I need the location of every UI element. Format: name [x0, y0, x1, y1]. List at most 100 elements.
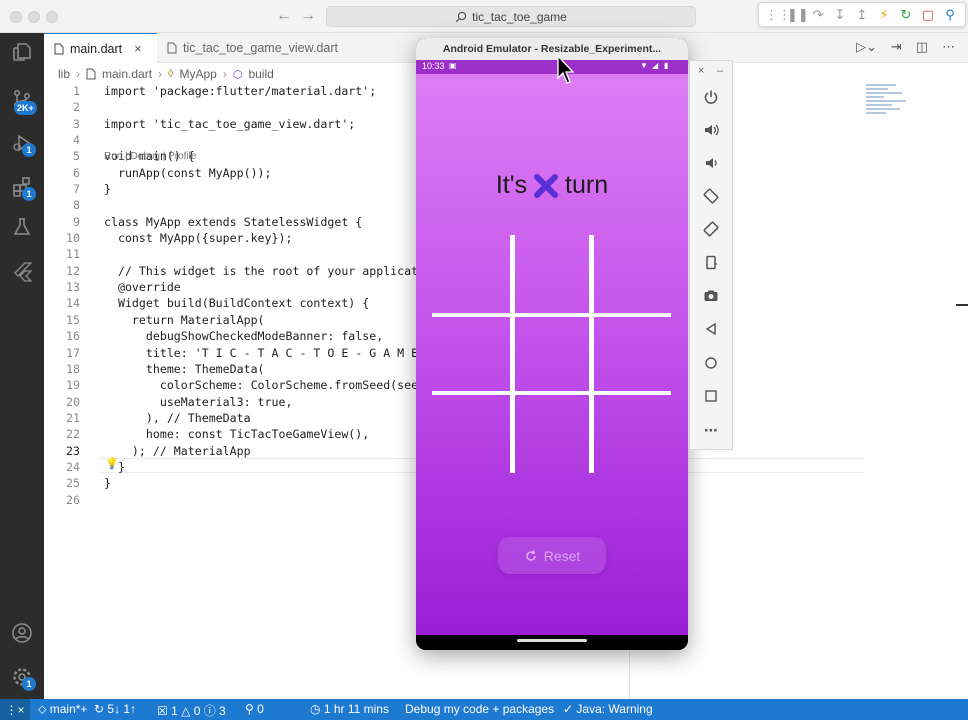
code-line[interactable]: 22 home: const TicTacToeGameView(),: [44, 426, 416, 442]
home-circle-icon[interactable]: [700, 352, 722, 374]
code-line[interactable]: 16 debugShowCheckedModeBanner: false,: [44, 328, 416, 344]
board-cell[interactable]: [515, 317, 592, 394]
code-line[interactable]: 15 return MaterialApp(: [44, 312, 416, 328]
settings-gear-icon[interactable]: 1: [8, 663, 36, 691]
code-line[interactable]: 24 }: [44, 459, 416, 475]
code-line[interactable]: 5 void main() {: [44, 148, 416, 164]
debug-mode-status[interactable]: Debug my code + packages: [405, 702, 554, 716]
back-triangle-icon[interactable]: [700, 318, 722, 340]
code-line[interactable]: 6 runApp(const MyApp());: [44, 165, 416, 181]
explorer-icon[interactable]: [8, 38, 36, 66]
minimize-emulator-icon[interactable]: –: [717, 65, 723, 77]
overview-square-icon[interactable]: [700, 385, 722, 407]
lightbulb-icon[interactable]: 💡: [105, 457, 119, 470]
code-line[interactable]: 25}: [44, 475, 416, 491]
stop-icon[interactable]: ▢: [919, 7, 937, 23]
screenshot-camera-icon[interactable]: [700, 285, 722, 307]
board-cell[interactable]: [432, 395, 509, 472]
editor-actions: ▷⌄ ⇥ ◫ ⋯: [856, 39, 955, 55]
problems-indicator[interactable]: ☒ 1 △ 0 ⓘ 3: [157, 702, 226, 719]
code-line[interactable]: 17 title: 'T I C - T A C - T O E - G A M…: [44, 345, 432, 361]
breadcrumb-file[interactable]: main.dart: [102, 67, 152, 81]
remote-indicator-icon[interactable]: ⋮×: [0, 699, 30, 720]
volume-up-icon[interactable]: [700, 119, 722, 141]
code-line[interactable]: 19 colorScheme: ColorScheme.fromSeed(see…: [44, 377, 439, 393]
code-line[interactable]: 11: [44, 246, 416, 262]
reset-button[interactable]: Reset: [498, 537, 606, 574]
board-cell[interactable]: [432, 317, 509, 394]
time-tracker[interactable]: ◷ 1 hr 11 mins: [310, 702, 389, 716]
board-cell[interactable]: [594, 235, 671, 312]
code-line[interactable]: 26: [44, 492, 416, 508]
git-sync[interactable]: ↻ 5↓ 1↑: [94, 702, 136, 716]
volume-down-icon[interactable]: [700, 152, 722, 174]
code-editor[interactable]: 1 import 'package:flutter/material.dart';…: [44, 83, 439, 508]
minimap[interactable]: [866, 82, 926, 122]
board-cell[interactable]: [515, 395, 592, 472]
board-cell[interactable]: [515, 235, 592, 312]
git-branch[interactable]: ⬦ main*+: [38, 702, 87, 717]
step-over-icon[interactable]: ↷: [809, 7, 827, 23]
drag-handle-icon[interactable]: ⋮⋮: [765, 7, 791, 23]
tab-tic-tac-toe-game-view[interactable]: tic_tac_toe_game_view.dart: [157, 33, 367, 63]
rotate-right-icon[interactable]: [700, 218, 722, 240]
code-text: return MaterialApp(: [104, 312, 265, 327]
split-editor-icon[interactable]: ◫: [916, 39, 928, 55]
home-pill[interactable]: [517, 639, 587, 642]
code-line[interactable]: 7}: [44, 181, 416, 197]
code-line[interactable]: 2: [44, 99, 416, 115]
back-arrow-icon[interactable]: ←: [276, 7, 292, 25]
board-cell[interactable]: [432, 235, 509, 312]
account-icon[interactable]: [8, 619, 36, 647]
close-window-button[interactable]: [10, 11, 22, 23]
power-icon[interactable]: [700, 86, 722, 108]
code-line[interactable]: 13 @override: [44, 279, 416, 295]
code-line[interactable]: 14 Widget build(BuildContext context) {: [44, 295, 416, 311]
code-text: runApp(const MyApp());: [104, 165, 272, 180]
hot-reload-icon[interactable]: ⚡: [875, 7, 893, 23]
code-line[interactable]: 9 class MyApp extends StatelessWidget {: [44, 214, 416, 230]
board-cell[interactable]: [594, 317, 671, 394]
code-line[interactable]: 12 // This widget is the root of your ap…: [44, 263, 439, 279]
extensions-icon[interactable]: 1: [8, 173, 36, 201]
breadcrumb-class[interactable]: MyApp: [179, 67, 216, 81]
flutter-icon[interactable]: [8, 257, 36, 285]
code-line[interactable]: 4: [44, 132, 416, 148]
ports-indicator[interactable]: ⚲ 0: [245, 702, 264, 716]
breadcrumb-method[interactable]: build: [248, 67, 273, 81]
code-line[interactable]: 21 ), // ThemeData: [44, 410, 416, 426]
restart-icon[interactable]: ↻: [897, 7, 915, 23]
code-line[interactable]: 18 theme: ThemeData(: [44, 361, 416, 377]
close-tab-icon[interactable]: ×: [134, 41, 142, 56]
testing-flask-icon[interactable]: [8, 213, 36, 241]
forward-arrow-icon[interactable]: →: [300, 7, 316, 25]
board-cell[interactable]: [594, 395, 671, 472]
close-emulator-icon[interactable]: ×: [698, 65, 704, 77]
code-line[interactable]: 1 import 'package:flutter/material.dart';: [44, 83, 416, 99]
more-options-icon[interactable]: ⋯: [700, 419, 722, 441]
rotate-left-icon[interactable]: [700, 185, 722, 207]
emulator-title[interactable]: Android Emulator - Resizable_Experiment.…: [416, 38, 688, 60]
step-out-icon[interactable]: ↥: [853, 7, 871, 23]
maximize-window-button[interactable]: [46, 11, 58, 23]
code-line[interactable]: 23 ); // MaterialApp: [44, 443, 416, 459]
java-status[interactable]: ✓ Java: Warning: [563, 702, 653, 716]
pause-icon[interactable]: ❚❚: [787, 7, 809, 23]
devtools-icon[interactable]: ⚲: [941, 7, 959, 23]
fold-device-icon[interactable]: [700, 252, 722, 274]
code-line[interactable]: 3 import 'tic_tac_toe_game_view.dart';: [44, 116, 416, 132]
run-split-icon[interactable]: ▷⌄: [856, 39, 877, 55]
more-actions-icon[interactable]: ⋯: [942, 39, 955, 55]
breadcrumb-folder[interactable]: lib: [58, 67, 70, 81]
run-debug-icon[interactable]: 1: [8, 129, 36, 157]
tab-main-dart[interactable]: main.dart ×: [44, 33, 157, 63]
open-devtools-icon[interactable]: ⇥: [891, 39, 902, 55]
source-control-icon[interactable]: 2K+: [8, 85, 37, 115]
code-line[interactable]: 20 useMaterial3: true,: [44, 394, 416, 410]
command-center-search[interactable]: tic_tac_toe_game: [326, 6, 696, 27]
code-line[interactable]: 8: [44, 197, 416, 213]
code-line[interactable]: 10 const MyApp({super.key});: [44, 230, 416, 246]
step-into-icon[interactable]: ↧: [831, 7, 849, 23]
codelens-run-debug-profile[interactable]: Run | Debug | Profile: [104, 151, 196, 162]
minimize-window-button[interactable]: [28, 11, 40, 23]
